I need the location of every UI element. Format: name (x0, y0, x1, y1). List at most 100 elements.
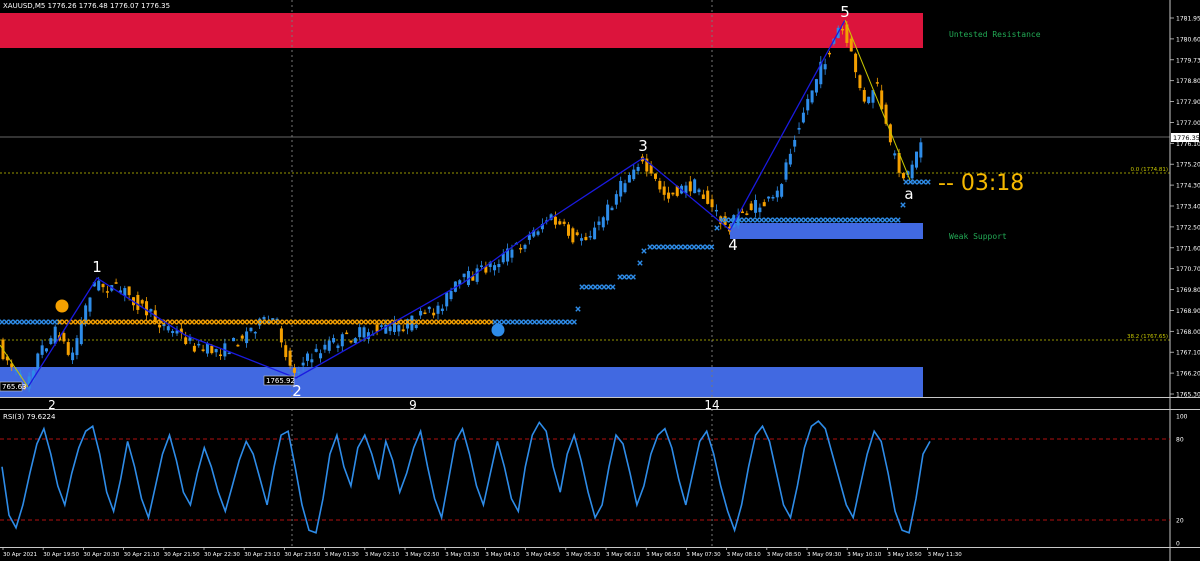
candle (414, 324, 418, 329)
time-axis[interactable]: 30 Apr 2021 30 Apr 19:50 30 Apr 20:30 30 Ap… (2, 547, 962, 558)
x-marker (763, 217, 769, 223)
time-tick-label: 30 Apr 20:30 (83, 552, 119, 558)
candle (714, 209, 718, 212)
x-marker (925, 179, 931, 185)
x-marker (562, 319, 569, 325)
x-marker (237, 319, 244, 325)
candle (497, 264, 501, 268)
day-marker-2: 2 (48, 398, 56, 412)
price-tick-label: 1781.95 (1176, 16, 1200, 23)
x-marker (605, 284, 612, 290)
wave-label-1: 1 (92, 258, 102, 276)
candle (475, 268, 479, 282)
x-marker (895, 217, 901, 223)
candle (780, 184, 784, 197)
untested-resistance-zone (0, 13, 923, 48)
x-marker (558, 319, 564, 325)
x-marker (673, 244, 680, 250)
candle (875, 82, 879, 84)
x-marker (281, 319, 288, 325)
candle (536, 231, 540, 235)
candle (823, 64, 827, 70)
candle (445, 292, 449, 307)
x-marker (912, 179, 918, 185)
candle (614, 194, 618, 205)
x-marker (312, 319, 318, 325)
fib-0-label: 0.0 (1774.81) (1130, 167, 1168, 173)
weak-support-zone-lower (0, 367, 923, 397)
time-tick-label: 3 May 08:10 (727, 552, 762, 558)
price-axis[interactable]: 1781.95 1780.60 1779.73 1778.80 1777.90 1777.… (1170, 16, 1200, 399)
day-marker-14: 14 (704, 398, 719, 412)
price-tick-label: 1777.90 (1176, 99, 1200, 106)
candle (701, 194, 705, 199)
x-marker (101, 319, 107, 325)
candle (297, 371, 301, 374)
x-marker (114, 319, 120, 325)
x-marker (588, 284, 594, 290)
signal-dot-orange (55, 299, 69, 313)
candle (262, 317, 266, 320)
x-marker (92, 319, 98, 325)
candle (632, 169, 636, 180)
x-marker (767, 217, 774, 223)
time-tick-label: 3 May 04:10 (485, 552, 520, 558)
x-marker (794, 217, 800, 223)
time-tick-label: 30 Apr 19:50 (43, 552, 79, 558)
x-marker (52, 319, 58, 325)
rsi-axis: 100 80 20 0 (1176, 414, 1188, 548)
price-tick-label: 1778.80 (1176, 78, 1200, 85)
x-marker (903, 179, 909, 185)
wave-label-3: 3 (638, 137, 648, 155)
candle (510, 249, 514, 258)
x-marker (400, 319, 406, 325)
candle (75, 338, 79, 356)
x-marker (695, 244, 702, 250)
x-marker (3, 319, 10, 325)
candle (166, 326, 170, 331)
candle (858, 75, 862, 89)
candle (801, 112, 805, 123)
x-marker (316, 319, 323, 325)
rsi-tick-label: 80 (1176, 437, 1184, 444)
candle (362, 327, 366, 338)
x-marker (431, 319, 437, 325)
x-marker (833, 217, 840, 223)
x-marker (900, 202, 906, 208)
candle (706, 190, 710, 204)
x-marker (664, 244, 671, 250)
x-marker (540, 319, 547, 325)
candle (593, 227, 597, 240)
candle (314, 348, 318, 352)
candle (427, 306, 431, 310)
chart-canvas[interactable]: 1 2 3 4 5 a 765.63 1765.92 0.0 (1774.81)… (0, 0, 1200, 561)
x-marker (514, 319, 520, 325)
candle (862, 90, 866, 102)
x-marker (180, 319, 186, 325)
candle (667, 192, 671, 199)
left-low-price: 765.63 (2, 383, 27, 391)
x-marker (12, 319, 18, 325)
x-marker (47, 319, 54, 325)
candle (627, 175, 631, 183)
candle (49, 338, 53, 344)
x-marker (127, 319, 134, 325)
x-marker (553, 319, 560, 325)
x-marker (714, 225, 720, 231)
candle (245, 331, 249, 344)
time-tick-label: 3 May 03:30 (445, 552, 480, 558)
candle (379, 325, 383, 327)
x-marker (575, 306, 581, 312)
price-tick-label: 1769.80 (1176, 287, 1200, 294)
x-marker (630, 274, 636, 280)
wave-label-5: 5 (840, 3, 850, 21)
candle (910, 164, 914, 179)
x-marker (678, 244, 684, 250)
x-marker (545, 319, 551, 325)
x-marker (882, 217, 888, 223)
x-marker (621, 274, 628, 280)
x-marker (110, 319, 116, 325)
x-marker (8, 319, 14, 325)
x-marker (176, 319, 182, 325)
price-tick-label: 1774.30 (1176, 183, 1200, 190)
